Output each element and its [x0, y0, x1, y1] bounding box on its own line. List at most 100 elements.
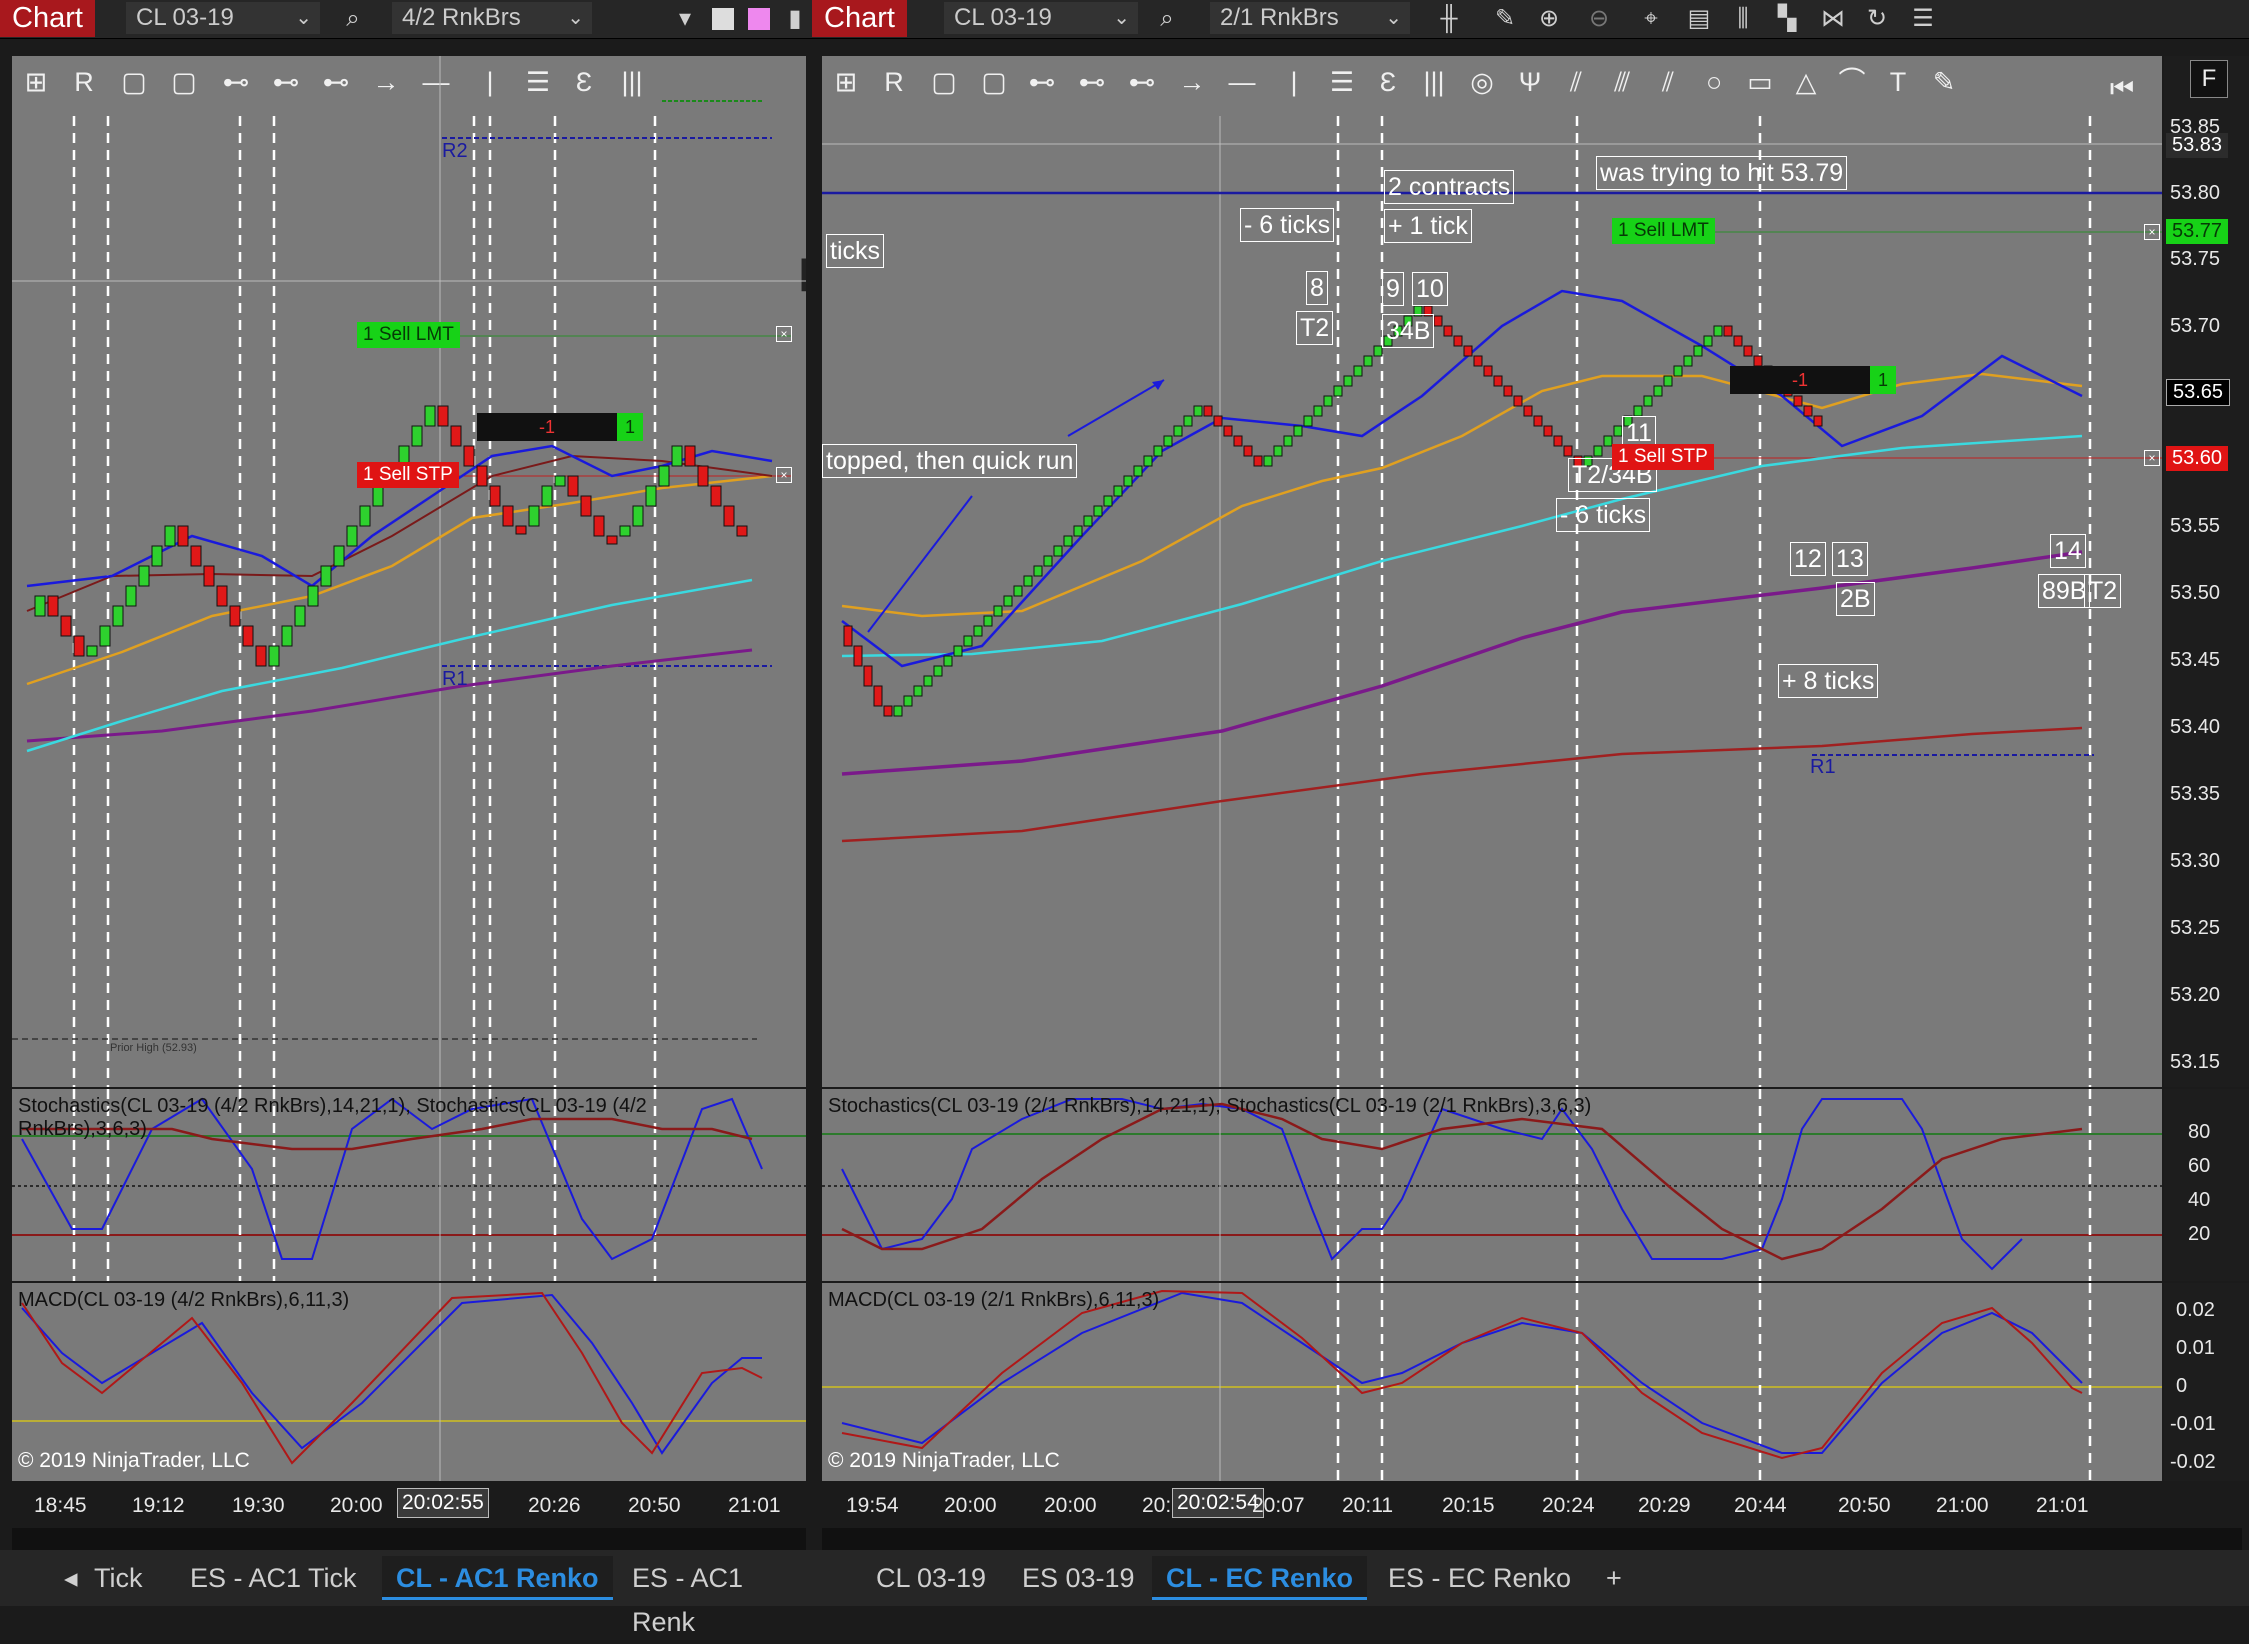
- zoom-in-icon[interactable]: ⊕: [1534, 4, 1564, 34]
- left-time-label: 19:30: [232, 1494, 285, 1517]
- right-price-axis[interactable]: F 53.85 53.83 53.80 53.77 53.75 53.70 53…: [2164, 56, 2249, 1087]
- zoom-out-icon[interactable]: ⊖: [1584, 4, 1614, 34]
- left-chart-menu[interactable]: Chart: [0, 0, 95, 37]
- renko-bar: [1103, 495, 1113, 507]
- search-icon[interactable]: ⌕: [1152, 4, 1182, 34]
- annotation-note[interactable]: + 1 tick: [1384, 209, 1472, 243]
- data-box-icon[interactable]: ▤: [1684, 4, 1714, 34]
- left-sell-lmt-order[interactable]: 1 Sell LMT: [357, 322, 460, 348]
- annotation-note[interactable]: topped, then quick run: [822, 444, 1078, 478]
- renko-bar: [1093, 505, 1103, 517]
- tab-es-ac1-tick[interactable]: ES - AC1 Tick: [176, 1556, 371, 1600]
- right-price-panel[interactable]: ⊞ R ▢ ▢ ⊷ ⊷ ⊷ → — | ☰ Ɛ ||| ◎ Ψ ⫽ ⫻ ⫽ ○ …: [822, 56, 2162, 1087]
- tab-es-ec-renko[interactable]: ES - EC Renko: [1374, 1556, 1585, 1600]
- left-stochastics-panel[interactable]: Stochastics(CL 03-19 (4/2 RnkBrs),14,21,…: [12, 1089, 806, 1281]
- left-instrument-select[interactable]: CL 03-19 ⌄: [126, 2, 320, 34]
- tab-tick[interactable]: Tick: [80, 1556, 157, 1600]
- right-chart-menu[interactable]: Chart: [812, 0, 907, 37]
- left-time-label: 18:45: [34, 1494, 87, 1517]
- annotation-note[interactable]: 2 contracts: [1384, 170, 1515, 204]
- annotation-note[interactable]: 10: [1412, 272, 1448, 306]
- right-horizontal-scrollbar[interactable]: [822, 1528, 2242, 1550]
- renko-bar: [697, 465, 709, 487]
- menu-icon[interactable]: ☰: [1908, 4, 1938, 34]
- right-chart-window: Chart CL 03-19 ⌄ ⌕ 2/1 RnkBrs ⌄ ╫ ✎ ⊕ ⊖ …: [812, 0, 2249, 1612]
- close-icon[interactable]: ×: [2144, 450, 2160, 466]
- right-position-marker[interactable]: -1: [1730, 366, 1870, 394]
- annotation-note[interactable]: 34B: [1382, 314, 1435, 348]
- left-position-marker[interactable]: -1: [477, 413, 617, 441]
- indicators-icon[interactable]: ⫼: [1728, 4, 1758, 34]
- annotation-note[interactable]: T2: [1296, 311, 1334, 345]
- renko-bar: [1633, 405, 1643, 417]
- bar-style-icon[interactable]: ╫: [1434, 4, 1464, 34]
- tab-es-03-19[interactable]: ES 03-19: [1008, 1556, 1149, 1600]
- close-icon[interactable]: ×: [2144, 224, 2160, 240]
- color-swatch-icon[interactable]: [708, 4, 738, 34]
- renko-bar: [372, 485, 384, 507]
- pencil-icon[interactable]: ✎: [1490, 4, 1520, 34]
- renko-bar: [1553, 435, 1563, 447]
- right-stochastics-panel[interactable]: Stochastics(CL 03-19 (2/1 RnkBrs),14,21,…: [822, 1089, 2162, 1281]
- annotation-arrow: [1067, 379, 1165, 437]
- renko-bar: [99, 625, 111, 647]
- dropdown-arrow-icon[interactable]: ▾: [670, 4, 700, 34]
- tab-cl-ac1-renko[interactable]: CL - AC1 Renko: [382, 1556, 613, 1600]
- overflow-icon[interactable]: ▮: [780, 4, 810, 34]
- annotation-note[interactable]: ticks: [826, 234, 884, 268]
- renko-bar: [1443, 325, 1453, 337]
- annotation-note[interactable]: - 6 ticks: [1556, 498, 1651, 532]
- right-sell-lmt-order[interactable]: 1 Sell LMT: [1612, 218, 1715, 244]
- price-label: 53.70: [2170, 315, 2221, 337]
- renko-bar: [554, 475, 566, 487]
- left-price-panel[interactable]: ⊞ R ▢ ▢ ⊷ ⊷ ⊷ → — | ☰ Ɛ ||| ▐ R2 R1 Prio…: [12, 56, 806, 1087]
- close-icon[interactable]: ×: [776, 467, 792, 483]
- left-horizontal-scrollbar[interactable]: [12, 1528, 806, 1550]
- left-sell-stp-order[interactable]: 1 Sell STP: [357, 462, 459, 488]
- right-instrument-select[interactable]: CL 03-19 ⌄: [944, 2, 1138, 34]
- renko-bar: [1523, 405, 1533, 417]
- renko-bar: [671, 445, 683, 467]
- tab-cl-03-19[interactable]: CL 03-19: [862, 1556, 1000, 1600]
- left-macd-panel[interactable]: MACD(CL 03-19 (4/2 RnkBrs),6,11,3) © 201…: [12, 1283, 806, 1481]
- annotation-note[interactable]: T2: [2084, 574, 2122, 608]
- color-swatch-icon[interactable]: [744, 4, 774, 34]
- right-macd-panel[interactable]: MACD(CL 03-19 (2/1 RnkBrs),6,11,3) © 201…: [822, 1283, 2162, 1481]
- price-label: 53.55: [2170, 515, 2221, 537]
- lmt-price-tag: 53.77: [2166, 219, 2229, 244]
- tab-cl-ec-renko[interactable]: CL - EC Renko: [1152, 1556, 1368, 1600]
- f-button[interactable]: F: [2190, 60, 2228, 98]
- renko-bar: [541, 485, 553, 507]
- renko-bar: [1433, 315, 1443, 327]
- renko-bar: [710, 485, 722, 507]
- annotation-note[interactable]: 8: [1306, 271, 1328, 305]
- right-sell-stp-order[interactable]: 1 Sell STP: [1612, 444, 1714, 470]
- right-time-label: 20:24: [1542, 1494, 1595, 1517]
- annotation-note[interactable]: 89B: [2038, 574, 2091, 608]
- drawing-tools-icon[interactable]: ⋈: [1818, 4, 1848, 34]
- strategies-icon[interactable]: ▚: [1772, 4, 1802, 34]
- add-tab-button[interactable]: +: [1592, 1556, 1636, 1600]
- tab-es-ac1-renko[interactable]: ES - AC1 Renk: [618, 1556, 812, 1637]
- annotation-note[interactable]: 14: [2050, 534, 2086, 568]
- right-time-label: 20:: [1142, 1494, 1172, 1517]
- renko-bar: [437, 405, 449, 427]
- refresh-icon[interactable]: ↻: [1862, 4, 1892, 34]
- annotation-note[interactable]: was trying to hit 53.79: [1596, 156, 1848, 190]
- renko-bar: [60, 615, 72, 637]
- annotation-note[interactable]: 12: [1790, 542, 1826, 576]
- annotation-note[interactable]: 2B: [1836, 582, 1875, 616]
- renko-bar: [645, 485, 657, 507]
- search-icon[interactable]: ⌕: [338, 4, 368, 34]
- annotation-note[interactable]: 13: [1832, 542, 1868, 576]
- annotation-note[interactable]: 9: [1382, 272, 1404, 306]
- renko-bar: [450, 425, 462, 447]
- close-icon[interactable]: ×: [776, 326, 792, 342]
- crosshair-icon[interactable]: ⌖: [1636, 4, 1666, 34]
- annotation-note[interactable]: + 8 ticks: [1778, 664, 1879, 698]
- annotation-note[interactable]: - 6 ticks: [1240, 208, 1335, 242]
- right-bars-select[interactable]: 2/1 RnkBrs ⌄: [1210, 2, 1410, 34]
- renko-bar: [216, 585, 228, 607]
- renko-bar: [1123, 475, 1133, 487]
- left-bars-select[interactable]: 4/2 RnkBrs ⌄: [392, 2, 592, 34]
